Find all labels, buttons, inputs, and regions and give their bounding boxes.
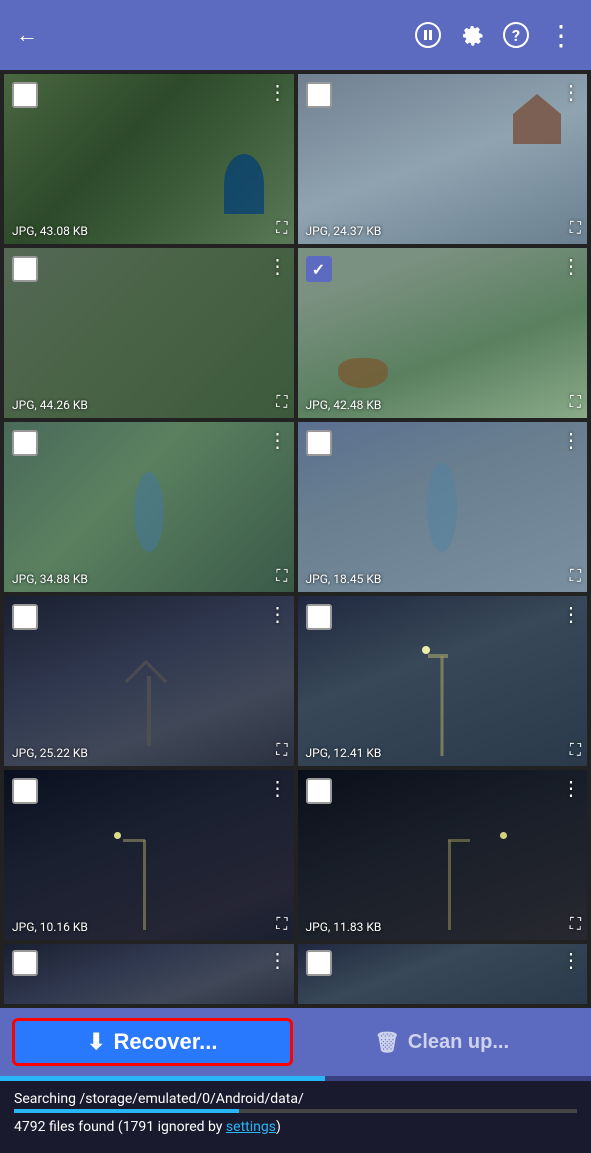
cleanup-label: Clean up... [408, 1031, 509, 1054]
recover-icon: ⬇ [87, 1029, 105, 1055]
cell-label-3: JPG, 44.26 KB [12, 398, 88, 412]
photo-cell-7: ⋮ JPG, 25.22 KB ⛶ [4, 596, 294, 766]
cell-label-8: JPG, 12.41 KB [306, 746, 382, 760]
photo-cell-2: ⋮ JPG, 24.37 KB ⛶ [298, 74, 588, 244]
checkbox-12[interactable] [306, 950, 332, 976]
cell-label-5: JPG, 34.88 KB [12, 572, 88, 586]
status-line2-prefix: 4792 files found (1791 ignored by [14, 1119, 226, 1135]
status-line1: Searching /storage/emulated/0/Android/da… [14, 1091, 577, 1107]
cleanup-icon: 🗑 [374, 1030, 399, 1055]
svg-text:?: ? [512, 26, 520, 45]
photo-cell-6: ⋮ JPG, 18.45 KB ⛶ [298, 422, 588, 592]
recover-button[interactable]: ⬇ Recover... [12, 1018, 293, 1066]
photo-cell-1: ⋮ JPG, 43.08 KB ⛶ [4, 74, 294, 244]
photo-cell-11: ⋮ [4, 944, 294, 1004]
photo-grid: ⋮ JPG, 43.08 KB ⛶ ⋮ JPG, 24.37 KB ⛶ ⋮ JP… [0, 70, 591, 1008]
status-line2: 4792 files found (1791 ignored by settin… [14, 1119, 577, 1135]
cell-label-4: JPG, 42.48 KB [306, 398, 382, 412]
checkbox-1[interactable] [12, 82, 38, 108]
settings-button[interactable] [459, 22, 485, 48]
cell-label-1: JPG, 43.08 KB [12, 224, 88, 238]
photo-cell-10: ⋮ JPG, 11.83 KB ⛶ [298, 770, 588, 940]
expand-2[interactable]: ⛶ [570, 218, 581, 238]
cell-label-6: JPG, 18.45 KB [306, 572, 382, 586]
photo-cell-5: ⋮ JPG, 34.88 KB ⛶ [4, 422, 294, 592]
expand-7[interactable]: ⛶ [276, 740, 287, 760]
cell-menu-8[interactable]: ⋮ [561, 602, 581, 626]
photo-cell-9: ⋮ JPG, 10.16 KB ⛶ [4, 770, 294, 940]
cell-menu-10[interactable]: ⋮ [561, 776, 581, 800]
status-line2-suffix: ) [276, 1119, 281, 1135]
photo-cell-3: ⋮ JPG, 44.26 KB ⛶ [4, 248, 294, 418]
cell-menu-4[interactable]: ⋮ [561, 254, 581, 278]
cell-menu-1[interactable]: ⋮ [268, 80, 288, 104]
expand-1[interactable]: ⛶ [276, 218, 287, 238]
cell-menu-9[interactable]: ⋮ [268, 776, 288, 800]
checkbox-5[interactable] [12, 430, 38, 456]
bottom-action-bar: ⬇ Recover... 🗑 Clean up... [0, 1008, 591, 1076]
cell-label-10: JPG, 11.83 KB [306, 920, 382, 934]
checkbox-4[interactable] [306, 256, 332, 282]
cell-menu-12[interactable]: ⋮ [561, 948, 581, 972]
expand-8[interactable]: ⛶ [570, 740, 581, 760]
help-button[interactable]: ? [503, 22, 529, 48]
expand-6[interactable]: ⛶ [570, 566, 581, 586]
expand-3[interactable]: ⛶ [276, 392, 287, 412]
cell-menu-6[interactable]: ⋮ [561, 428, 581, 452]
checkbox-11[interactable] [12, 950, 38, 976]
checkbox-8[interactable] [306, 604, 332, 630]
expand-9[interactable]: ⛶ [276, 914, 287, 934]
cell-label-7: JPG, 25.22 KB [12, 746, 88, 760]
expand-4[interactable]: ⛶ [570, 392, 581, 412]
cell-menu-5[interactable]: ⋮ [268, 428, 288, 452]
more-menu-button[interactable]: ⋮ [547, 19, 575, 52]
cell-menu-7[interactable]: ⋮ [268, 602, 288, 626]
photo-cell-12: ⋮ [298, 944, 588, 1004]
checkbox-2[interactable] [306, 82, 332, 108]
checkbox-3[interactable] [12, 256, 38, 282]
checkbox-6[interactable] [306, 430, 332, 456]
back-button[interactable]: ← [16, 22, 38, 48]
cell-menu-3[interactable]: ⋮ [268, 254, 288, 278]
pause-button[interactable] [415, 22, 441, 48]
checkbox-10[interactable] [306, 778, 332, 804]
status-area: Searching /storage/emulated/0/Android/da… [0, 1081, 591, 1141]
cell-menu-2[interactable]: ⋮ [561, 80, 581, 104]
cleanup-button[interactable]: 🗑 Clean up... [305, 1018, 580, 1066]
photo-cell-8: ⋮ JPG, 12.41 KB ⛶ [298, 596, 588, 766]
cell-label-2: JPG, 24.37 KB [306, 224, 382, 238]
checkbox-9[interactable] [12, 778, 38, 804]
cell-menu-11[interactable]: ⋮ [268, 948, 288, 972]
recover-label: Recover... [113, 1029, 217, 1055]
expand-5[interactable]: ⛶ [276, 566, 287, 586]
settings-link[interactable]: settings [226, 1119, 276, 1135]
cell-label-9: JPG, 10.16 KB [12, 920, 88, 934]
top-bar: ← ? ⋮ [0, 0, 591, 70]
expand-10[interactable]: ⛶ [570, 914, 581, 934]
checkbox-7[interactable] [12, 604, 38, 630]
photo-cell-4: ⋮ JPG, 42.48 KB ⛶ [298, 248, 588, 418]
